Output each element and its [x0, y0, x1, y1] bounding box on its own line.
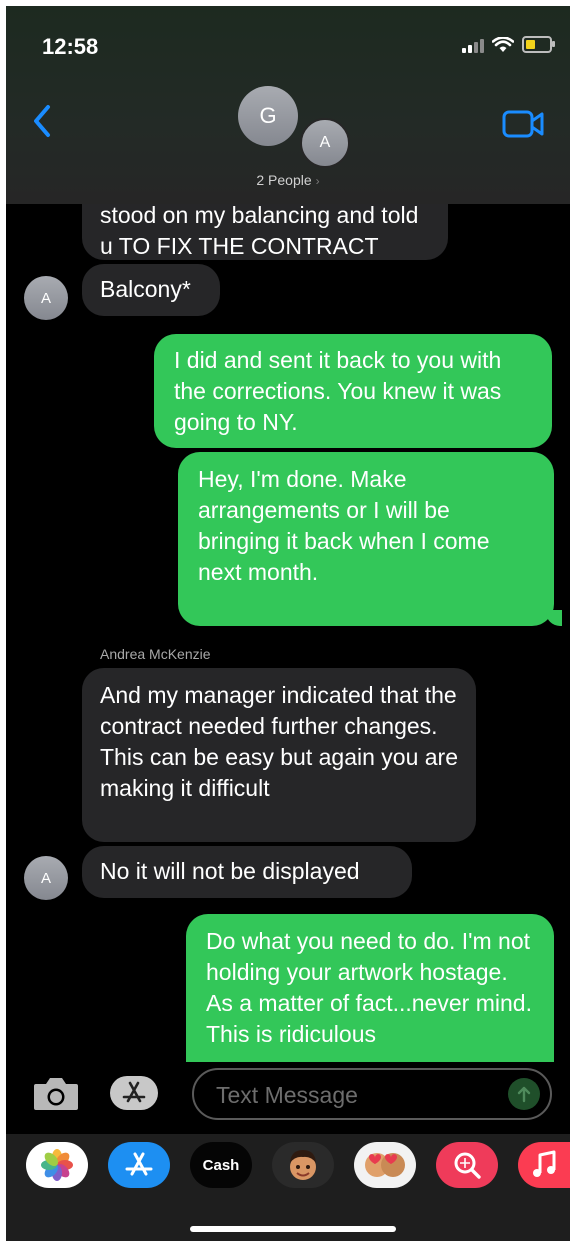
back-chevron-icon: [34, 105, 50, 137]
compose-bar: Text Message: [6, 1062, 570, 1134]
apps-button[interactable]: [110, 1076, 158, 1110]
app-store-icon: [125, 1152, 153, 1176]
app-drawer: Cash: [6, 1128, 570, 1241]
app-store-app-button[interactable]: [108, 1142, 170, 1188]
message-bubble-incoming[interactable]: Balcony*: [82, 264, 220, 316]
video-camera-icon: [502, 110, 544, 138]
battery-icon: [522, 36, 555, 53]
message-input[interactable]: Text Message: [192, 1068, 552, 1120]
group-avatar[interactable]: G: [238, 86, 298, 146]
apple-cash-button[interactable]: Cash: [190, 1142, 252, 1188]
message-bubble-outgoing[interactable]: Do what you need to do. I'm not holding …: [186, 914, 554, 1062]
search-icon: [454, 1152, 481, 1179]
chevron-right-icon: ›: [315, 174, 320, 188]
message-bubble-incoming[interactable]: stood on my balancing and told u TO FIX …: [82, 204, 448, 260]
sender-name: Andrea McKenzie: [100, 646, 211, 662]
message-bubble-incoming[interactable]: No it will not be displayed: [82, 846, 412, 898]
cellular-signal-icon: [462, 37, 484, 53]
music-app-button[interactable]: [518, 1142, 570, 1188]
memoji-stickers-button[interactable]: [354, 1142, 416, 1188]
app-store-icon: [122, 1081, 146, 1103]
group-details-link[interactable]: 2 People ›: [6, 172, 570, 188]
send-button[interactable]: [508, 1078, 540, 1110]
send-arrow-icon: [517, 1086, 531, 1103]
camera-icon: [34, 1078, 78, 1110]
status-time: 12:58: [42, 34, 99, 59]
phone-screen: 12:58 G A 2 People › stood on my balanci…: [6, 6, 570, 1241]
message-bubble-outgoing[interactable]: Hey, I'm done. Make arrangements or I wi…: [178, 452, 554, 626]
sender-avatar[interactable]: A: [24, 856, 68, 900]
conversation-header: 12:58 G A 2 People ›: [6, 6, 570, 204]
message-list[interactable]: stood on my balancing and told u TO FIX …: [6, 204, 570, 1062]
memoji-icon: [290, 1150, 316, 1180]
member-avatar[interactable]: A: [300, 118, 350, 168]
message-bubble-incoming[interactable]: And my manager indicated that the contra…: [82, 668, 476, 842]
music-icon: [533, 1150, 556, 1177]
camera-button[interactable]: [32, 1076, 80, 1117]
photos-app-button[interactable]: [26, 1142, 88, 1188]
photos-icon: [41, 1149, 73, 1181]
search-images-button[interactable]: [436, 1142, 498, 1188]
status-icons: [462, 36, 555, 53]
memoji-stickers-icon: [365, 1153, 405, 1177]
wifi-icon: [492, 36, 514, 52]
sender-avatar[interactable]: A: [24, 276, 68, 320]
message-bubble-outgoing[interactable]: I did and sent it back to you with the c…: [154, 334, 552, 448]
home-indicator[interactable]: [190, 1226, 396, 1232]
facetime-video-button[interactable]: [502, 110, 544, 143]
memoji-button[interactable]: [272, 1142, 334, 1188]
bubble-tail: [546, 610, 562, 626]
back-button[interactable]: [32, 104, 52, 143]
